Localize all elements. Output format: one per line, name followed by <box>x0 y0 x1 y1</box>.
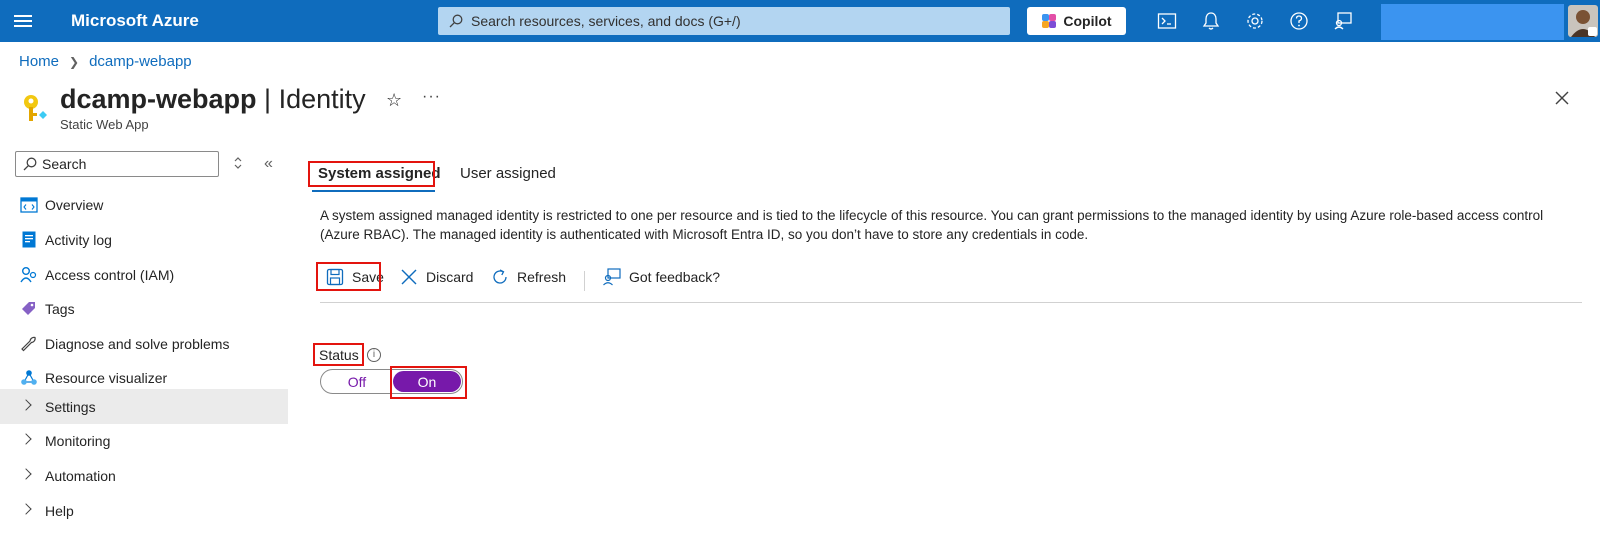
chevron-right-icon <box>20 433 32 445</box>
refresh-icon <box>493 269 507 284</box>
tab-user-assigned[interactable]: User assigned <box>456 163 560 184</box>
nav-item-diagnose[interactable]: Diagnose and solve problems <box>0 326 288 361</box>
identity-key-icon <box>24 95 47 121</box>
iam-icon <box>19 265 38 284</box>
refresh-button[interactable]: Refresh <box>491 268 566 286</box>
feedback-person-icon <box>603 268 621 286</box>
identity-description: A system assigned managed identity is re… <box>320 208 1544 242</box>
help-icon[interactable] <box>1289 11 1309 31</box>
resource-type: Static Web App <box>60 117 149 132</box>
nav-item-monitoring[interactable]: Monitoring <box>0 423 288 458</box>
highlight-box <box>313 343 364 366</box>
global-search-input[interactable] <box>438 7 1010 35</box>
cloud-shell-icon[interactable] <box>1157 11 1177 31</box>
nav-label-tags: Tags <box>45 300 75 317</box>
copilot-label: Copilot <box>1063 13 1112 29</box>
nav-label-diagnose: Diagnose and solve problems <box>45 335 230 352</box>
feedback-icon[interactable] <box>1333 11 1353 31</box>
active-tab-indicator <box>312 190 435 192</box>
search-icon <box>23 157 37 171</box>
breadcrumb-resource[interactable]: dcamp-webapp <box>89 53 192 70</box>
nav-label-help: Help <box>45 502 74 519</box>
nav-label-resource-visualizer: Resource visualizer <box>45 369 168 386</box>
breadcrumb-chevron-icon: ❯ <box>69 54 80 69</box>
discard-icon <box>401 269 417 285</box>
discard-label: Discard <box>426 269 474 285</box>
highlight-box <box>316 262 381 291</box>
activity-log-icon <box>19 230 38 249</box>
collapse-nav-icon[interactable]: « <box>264 155 273 173</box>
nav-search[interactable] <box>15 151 219 177</box>
feedback-button[interactable]: Got feedback? <box>602 268 720 286</box>
nav-item-automation[interactable]: Automation <box>0 458 288 493</box>
more-options-icon[interactable]: ··· <box>422 88 441 106</box>
tag-icon <box>19 299 38 318</box>
chevron-right-icon <box>20 399 32 411</box>
toolbar-divider <box>584 271 585 291</box>
chevron-right-icon <box>20 468 32 480</box>
nav-item-settings[interactable]: Settings <box>0 389 288 424</box>
nav-label-access-control: Access control (IAM) <box>45 266 175 283</box>
favorite-star-icon[interactable]: ☆ <box>386 90 402 111</box>
nav-item-access-control[interactable]: Access control (IAM) <box>0 257 288 292</box>
blade-name: Identity <box>278 84 366 114</box>
info-icon[interactable]: i <box>367 348 381 362</box>
copilot-icon <box>1042 14 1057 28</box>
breadcrumb-home[interactable]: Home <box>19 53 59 70</box>
nav-label-settings: Settings <box>45 398 96 415</box>
highlight-box <box>390 366 467 399</box>
nav-item-tags[interactable]: Tags <box>0 291 288 326</box>
user-avatar-icon <box>1571 10 1597 37</box>
nav-label-overview: Overview <box>45 196 104 213</box>
nav-item-activity-log[interactable]: Activity log <box>0 222 288 257</box>
resource-name: dcamp-webapp <box>60 84 257 114</box>
hamburger-menu-icon[interactable] <box>14 12 32 30</box>
settings-icon[interactable] <box>1245 11 1265 31</box>
top-bar: Microsoft Azure Copilot <box>0 0 1600 42</box>
toolbar-divider-line <box>320 302 1582 303</box>
page-title: dcamp-webapp | Identity <box>60 84 366 115</box>
overview-icon <box>19 195 38 214</box>
chevron-right-icon <box>20 503 32 515</box>
breadcrumb: Home ❯ dcamp-webapp <box>19 53 192 70</box>
refresh-label: Refresh <box>517 269 567 285</box>
nav-search-input[interactable] <box>16 152 218 176</box>
nav-label-monitoring: Monitoring <box>45 432 111 449</box>
account-info[interactable] <box>1381 4 1564 40</box>
sort-icon[interactable] <box>233 156 243 170</box>
nav-label-activity-log: Activity log <box>45 231 112 248</box>
status-off-option[interactable]: Off <box>321 370 393 393</box>
feedback-label: Got feedback? <box>629 269 721 285</box>
copilot-button[interactable]: Copilot <box>1027 7 1126 35</box>
highlight-box <box>308 161 435 187</box>
wrench-icon <box>19 334 38 353</box>
close-icon[interactable] <box>1553 89 1571 107</box>
search-icon <box>449 14 463 28</box>
global-search[interactable] <box>438 7 1010 35</box>
title-separator: | <box>256 84 279 114</box>
avatar[interactable] <box>1568 5 1598 37</box>
nav-item-overview[interactable]: Overview <box>0 187 288 222</box>
resource-visualizer-icon <box>19 368 38 387</box>
discard-button[interactable]: Discard <box>400 268 473 286</box>
notifications-icon[interactable] <box>1201 11 1221 31</box>
nav-label-automation: Automation <box>45 467 116 484</box>
nav-item-help[interactable]: Help <box>0 493 288 528</box>
brand-title[interactable]: Microsoft Azure <box>71 11 199 31</box>
